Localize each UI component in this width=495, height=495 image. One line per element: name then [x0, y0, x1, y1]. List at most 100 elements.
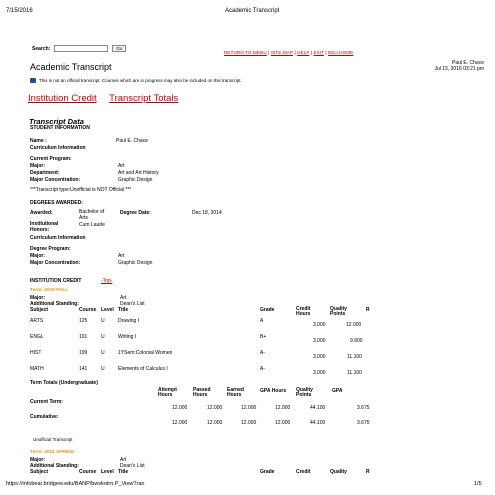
transcript-totals-link[interactable]: Transcript Totals [109, 93, 178, 104]
return-to-menu-link[interactable]: RETURN TO MENU [224, 50, 267, 55]
col-grade-header: Grade [260, 307, 275, 313]
degree-date-label: Degree Date: [120, 210, 151, 216]
course-points: 12.000 [346, 322, 362, 328]
course-number: 101 [79, 334, 88, 340]
term-totals-heading: Term Totals (Undergraduate) [30, 380, 98, 386]
name-value: Paul E. Chace [116, 138, 148, 144]
credit-hours-label-2: Hours [296, 311, 311, 317]
col-title-header: Title [118, 469, 129, 475]
course-grade: A [260, 318, 264, 324]
honors-label: Institutional Honors: [30, 221, 58, 233]
department-value: Art and Art History [118, 170, 159, 176]
exit-link[interactable]: EXIT [313, 50, 324, 55]
quality-points-label-2: Points [330, 311, 346, 317]
section-links: Institution Credit Transcript Totals [28, 93, 188, 104]
top-nav-links: RETURN TO MENU | SITE MAP | HELP | EXIT … [224, 50, 354, 55]
total-value: 12.000 [275, 405, 291, 411]
col-credit-hours-header: Credit [296, 469, 311, 475]
department-label: Department: [30, 170, 60, 176]
major-value: Art [118, 163, 125, 169]
notice-text: This is not an official transcript. Cour… [39, 78, 242, 83]
col-r-header: R [366, 469, 370, 475]
degree-program-label: Degree Program: [30, 246, 71, 252]
course-number: 125 [79, 318, 88, 324]
top-link[interactable]: -Top- [101, 278, 112, 284]
course-credit: 3.000 [313, 338, 326, 344]
unofficial-transcript-label: Unofficial Transcript [33, 437, 73, 442]
search-input[interactable] [54, 45, 109, 52]
total-value: 12.000 [172, 420, 188, 426]
course-grade: B+ [260, 334, 267, 340]
quality-points-total-header: Quality Points [296, 388, 313, 398]
degree-date-value: Dec 18, 2014 [192, 210, 222, 216]
name-label: Name : [30, 138, 47, 144]
bsu-home-link[interactable]: BSU HOME [328, 50, 353, 55]
course-level: U [101, 350, 105, 356]
curriculum-info-heading: Curriculum Information [30, 145, 86, 151]
course-title: Writing I [118, 334, 137, 340]
course-points: 11.100 [347, 370, 362, 376]
course-subject: HIST [30, 350, 42, 356]
current-term-label: Current Term: [30, 399, 63, 405]
col-course-header: Course [79, 307, 97, 313]
total-value: 12.000 [241, 420, 257, 426]
total-value: 12.000 [207, 405, 223, 411]
degree-major-label: Major: [30, 253, 45, 259]
awarded-degree-line2: Arts [79, 214, 88, 221]
header-line-2: Hours [193, 392, 208, 398]
notice: This is not an official transcript. Cour… [30, 78, 242, 83]
go-button[interactable]: Go [112, 45, 127, 52]
gpa-header: GPA [332, 388, 343, 394]
total-value: 12.000 [241, 405, 257, 411]
total-value: 12.000 [207, 420, 223, 426]
course-title: 1YSem:Colonial Women [118, 350, 173, 356]
earned-hours-header: Earned Hours [227, 388, 244, 398]
degrees-heading: DEGREES AWARDED: [30, 200, 83, 206]
institution-credit-heading: INSTITUTION CREDIT [30, 278, 82, 284]
course-grade: A- [260, 350, 265, 356]
awarded-degree: Bachelor of Arts [79, 209, 104, 221]
print-page-number: 1/5 [474, 481, 482, 487]
degree-major-value: Art [118, 253, 125, 259]
total-value: 3.675 [357, 420, 370, 426]
user-datetime: Jul 15, 2016 03:21 pm [434, 66, 484, 72]
course-credit: 3.000 [313, 370, 326, 376]
major-label: Major: [30, 163, 45, 169]
gpa-hours-header: GPA Hours [260, 388, 287, 394]
honors-value: Cum Laude [79, 222, 105, 228]
course-credit: 3.000 [313, 354, 326, 360]
course-subject: ENGL [30, 334, 44, 340]
term-title: Term: 2011 SPRING [30, 450, 75, 455]
current-program-label: Current Program: [30, 156, 72, 162]
student-info-heading: STUDENT INFORMATION [30, 125, 90, 131]
course-number: 141 [79, 366, 88, 372]
attempt-hours-header: Attempt Hours [158, 388, 177, 398]
header-line-2: Points [296, 392, 312, 398]
print-footer-url: https://infobear.bridgew.edu/BANP/bwskot… [6, 481, 145, 487]
course-level: U [101, 366, 105, 372]
course-title: Elements of Calculus I [118, 366, 168, 372]
cumulative-label: Cumulative: [30, 414, 59, 420]
col-quality-points-header: Quality [330, 469, 347, 475]
degree-concentration-label: Major Concentration: [30, 260, 81, 266]
institution-credit-link[interactable]: Institution Credit [28, 93, 97, 104]
course-credit: 3.000 [313, 322, 326, 328]
course-points: 9.900 [350, 338, 363, 344]
course-level: U [101, 334, 105, 340]
honors-label-line2: Honors: [30, 226, 50, 233]
col-r-header: R [366, 307, 370, 313]
col-subject-header: Subject [30, 307, 49, 313]
print-date: 7/15/2016 [6, 8, 33, 14]
col-course-header: Course [79, 469, 97, 475]
site-map-link[interactable]: SITE MAP [271, 50, 293, 55]
total-value: 44.100 [310, 420, 326, 426]
header-line-2: Hours [158, 392, 173, 398]
total-value: 3.675 [357, 405, 370, 411]
help-link[interactable]: HELP [297, 50, 309, 55]
course-points: 11.100 [347, 354, 362, 360]
course-title: Drawing I [118, 318, 140, 324]
col-grade-header: Grade [260, 469, 275, 475]
info-icon [30, 78, 36, 83]
course-subject: MATH [30, 366, 44, 372]
curriculum-info-heading-2: Curriculum Information [30, 235, 86, 241]
